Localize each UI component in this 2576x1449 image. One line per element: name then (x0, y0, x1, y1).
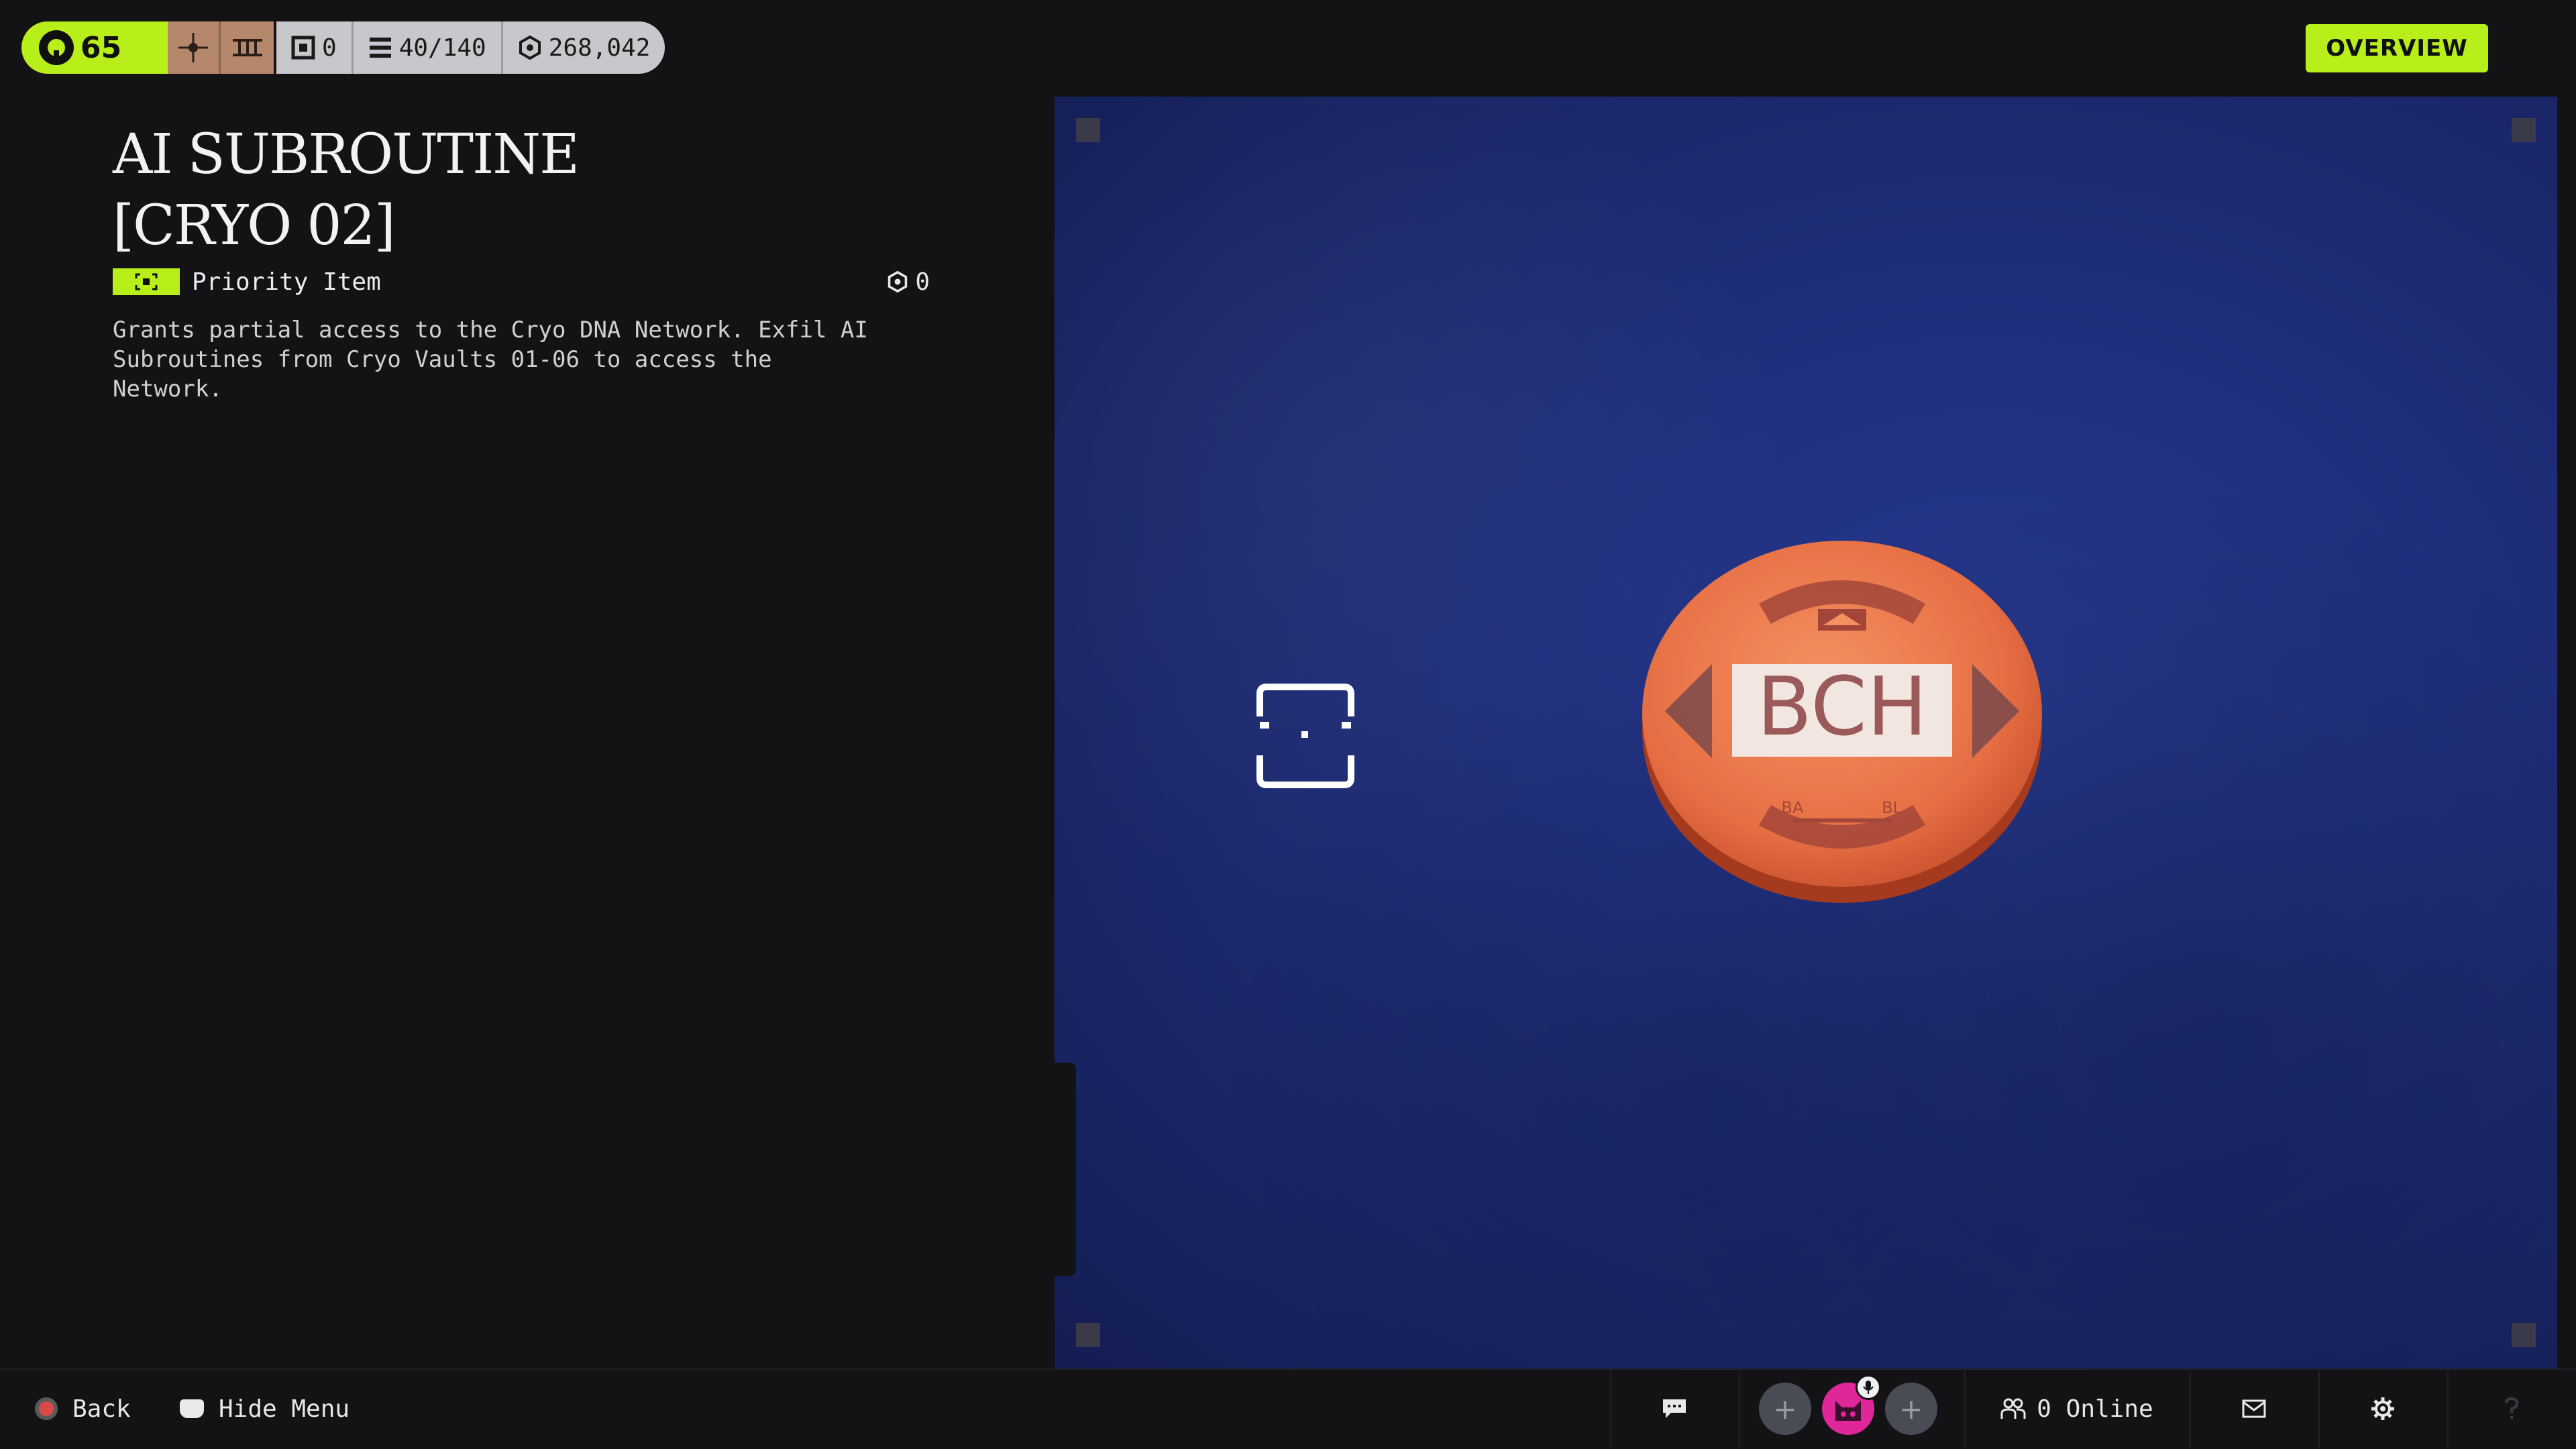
corner-marker (1076, 1323, 1100, 1347)
hide-menu-button[interactable]: Hide Menu (180, 1368, 350, 1449)
party-slots: + + (1759, 1368, 1937, 1449)
help-icon (2505, 1397, 2519, 1419)
side-drawer-handle[interactable] (1055, 1063, 1076, 1276)
backpack-value: 0 (322, 34, 337, 62)
player-level: 65 (21, 21, 168, 74)
mail-button[interactable] (2190, 1368, 2318, 1449)
stash-value: 40/140 (398, 34, 486, 62)
corner-marker (2512, 118, 2536, 142)
coin-label: BCH (1757, 661, 1927, 754)
add-party-member-button[interactable]: + (1885, 1383, 1937, 1435)
hide-menu-label: Hide Menu (219, 1395, 350, 1423)
target-mod-icon[interactable] (168, 21, 221, 74)
divider (1739, 1371, 1740, 1449)
corner-marker (2512, 1323, 2536, 1347)
coin-sub-right: BL (1882, 798, 1902, 817)
priority-badge (113, 268, 180, 295)
level-icon (39, 30, 74, 65)
reticle-icon (1256, 684, 1354, 788)
stack-icon (369, 38, 391, 58)
currency-stat: 268,042 (500, 21, 665, 74)
item-value-amount: 0 (915, 268, 930, 296)
corner-marker (1076, 118, 1100, 142)
help-button[interactable] (2447, 1368, 2576, 1449)
chat-button[interactable] (1610, 1368, 1739, 1449)
coin-sub-left: BA (1782, 798, 1804, 817)
avatar[interactable] (1822, 1375, 1881, 1435)
backpack-stat: 0 (276, 21, 352, 74)
item-description: Grants partial access to the Cryo DNA Ne… (113, 317, 868, 402)
backpack-icon (291, 36, 315, 60)
level-value: 65 (80, 30, 122, 65)
item-title-line1: AI SUBROUTINE (113, 123, 580, 186)
avatar-cat-icon (1835, 1401, 1861, 1421)
currency-value: 268,042 (548, 34, 651, 62)
currency-icon (519, 36, 541, 60)
chat-icon (1663, 1399, 1686, 1418)
circle-button-icon (35, 1397, 58, 1420)
bch-coin: BCH BA BL (1642, 541, 2042, 903)
priority-label: Priority Item (192, 268, 381, 296)
microphone-icon (1856, 1375, 1881, 1400)
online-count-label: 0 Online (2037, 1395, 2153, 1423)
overview-button[interactable]: OVERVIEW (2306, 24, 2488, 72)
touchpad-icon (180, 1399, 204, 1418)
mod-slots (168, 21, 274, 74)
top-hud: 65 0 40/140 268,042 (21, 21, 665, 74)
friends-icon (2000, 1398, 2026, 1419)
item-title: AI SUBROUTINE [CRYO 02] (113, 119, 716, 262)
add-party-member-button[interactable]: + (1759, 1383, 1811, 1435)
item-title-line2: [CRYO 02] (113, 194, 396, 258)
back-label: Back (72, 1395, 131, 1423)
stash-stat: 40/140 (351, 21, 501, 74)
vault-mod-icon[interactable] (221, 21, 274, 74)
back-button[interactable]: Back (35, 1368, 131, 1449)
online-friends-button[interactable]: 0 Online (1964, 1368, 2190, 1449)
priority-icon (135, 273, 158, 290)
currency-icon (888, 271, 908, 292)
mail-icon (2242, 1399, 2266, 1418)
item-tag-row: Priority Item 0 (113, 267, 930, 297)
gear-icon (2371, 1397, 2394, 1420)
settings-button[interactable] (2318, 1368, 2447, 1449)
item-value: 0 (887, 268, 930, 296)
